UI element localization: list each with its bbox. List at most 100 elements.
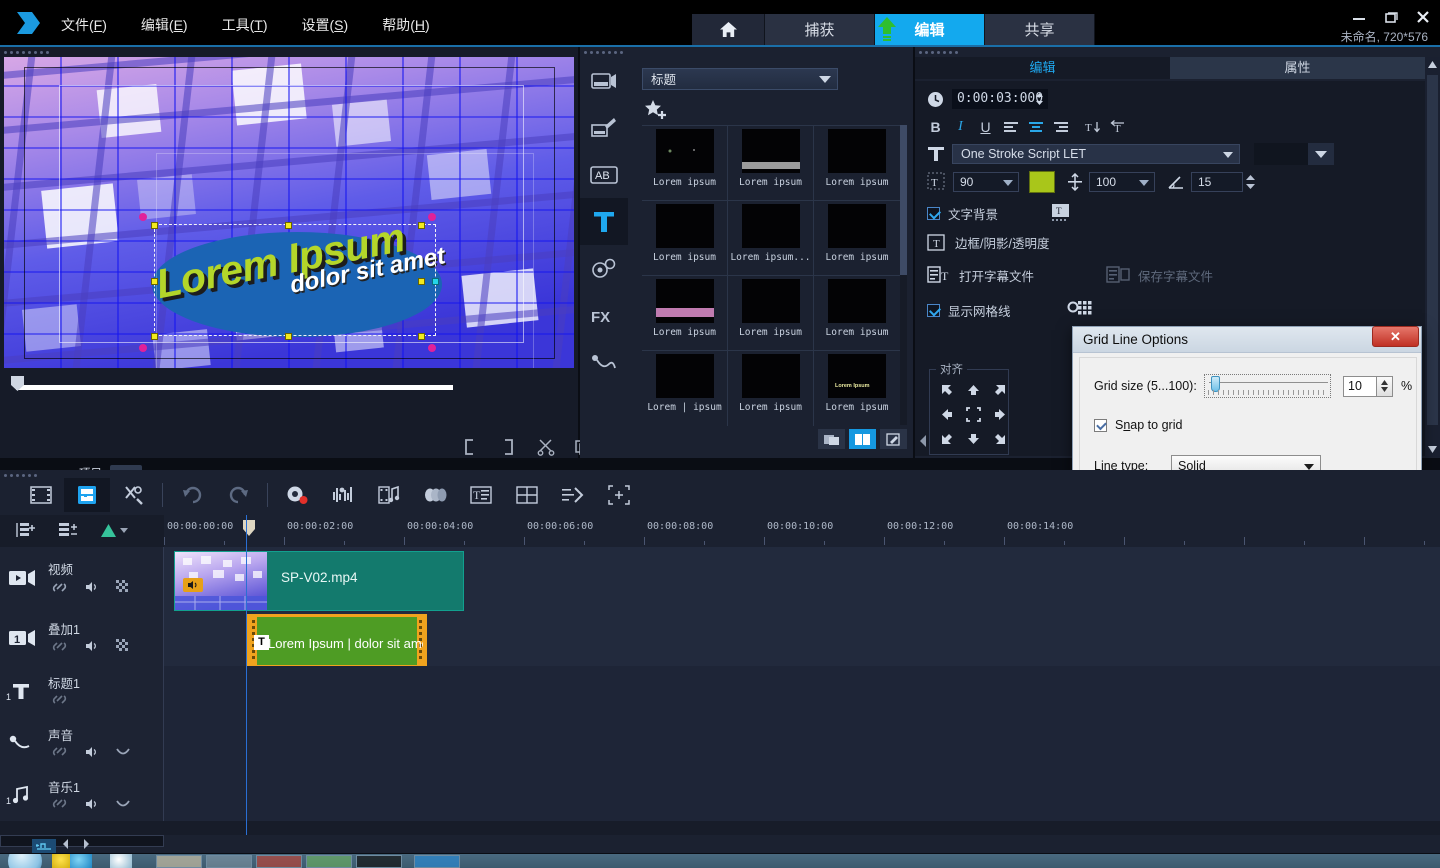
- library-list-view-button[interactable]: [818, 429, 845, 449]
- dialog-close-button[interactable]: ✕: [1372, 326, 1419, 347]
- restore-button[interactable]: [1382, 8, 1400, 26]
- resize-handle-bl[interactable]: [151, 333, 158, 340]
- volume-icon[interactable]: [85, 581, 98, 593]
- library-item[interactable]: Lorem ipsum: [728, 351, 814, 426]
- track-header-overlay[interactable]: 1 叠加1: [0, 611, 164, 666]
- toolbar-redo-button[interactable]: [215, 478, 261, 512]
- link-icon[interactable]: [52, 693, 67, 706]
- align-top-right-button[interactable]: [986, 378, 1012, 402]
- font-preset-swatch[interactable]: [1254, 143, 1308, 165]
- track-body-voice[interactable]: [164, 717, 1440, 769]
- dialog-titlebar[interactable]: Grid Line Options ✕: [1073, 326, 1421, 353]
- mark-out-icon[interactable]: [498, 437, 518, 457]
- chevron-down-icon[interactable]: [1139, 180, 1149, 186]
- link-icon[interactable]: [52, 640, 67, 653]
- scrubber-playhead-icon[interactable]: [10, 375, 25, 392]
- preview-scrubber[interactable]: [8, 375, 453, 395]
- rail-effect-button[interactable]: [580, 245, 628, 292]
- tab-capture[interactable]: 捕获: [765, 14, 875, 47]
- resize-handle-bc[interactable]: [285, 333, 292, 340]
- mute-checker-icon[interactable]: [116, 639, 130, 653]
- scroll-down-button[interactable]: [1425, 442, 1440, 457]
- toolbar-storyboard-view-button[interactable]: [18, 478, 64, 512]
- toolbar-mix-tools-button[interactable]: [110, 478, 156, 512]
- text-background-checkbox[interactable]: [927, 206, 940, 220]
- preview-canvas[interactable]: Lorem Ipsum dolor sit amet: [4, 57, 574, 368]
- library-scrollbar[interactable]: [900, 125, 907, 425]
- timeline-clip-video[interactable]: SP-V02.mp4: [174, 551, 464, 611]
- border-shadow-label[interactable]: 边框/阴影/透明度: [955, 233, 1049, 252]
- rail-title-button[interactable]: [580, 198, 628, 245]
- scroll-left-button[interactable]: [62, 838, 70, 850]
- menu-edit[interactable]: 编辑(E): [135, 13, 194, 37]
- text-direction-horizontal-button[interactable]: T: [1108, 117, 1129, 137]
- link-icon[interactable]: [52, 581, 67, 594]
- toolbar-record-capture-button[interactable]: [274, 478, 320, 512]
- timeline-clip-title[interactable]: T Lorem Ipsum | dolor sit amet: [247, 614, 427, 671]
- track-add-icon[interactable]: [58, 521, 78, 539]
- library-category-dropdown[interactable]: 标题: [642, 68, 838, 90]
- chevron-down-icon[interactable]: [1003, 180, 1013, 186]
- audio-fade-icon[interactable]: [116, 747, 130, 757]
- tab-edit-options[interactable]: 编辑: [915, 57, 1170, 79]
- link-icon[interactable]: [52, 797, 67, 810]
- tab-share[interactable]: 共享: [985, 14, 1095, 47]
- track-manager-icon[interactable]: [16, 521, 36, 539]
- toolbar-speed-effect-button[interactable]: [550, 478, 596, 512]
- menu-settings[interactable]: 设置(S): [296, 13, 355, 37]
- font-family-dropdown[interactable]: One Stroke Script LET: [952, 144, 1240, 164]
- add-to-favorites-icon[interactable]: [644, 99, 670, 121]
- align-bottom-right-button[interactable]: [986, 426, 1012, 450]
- audio-fade-icon[interactable]: [116, 799, 130, 809]
- rotate-handle-tr[interactable]: [428, 213, 436, 221]
- resize-handle-ml[interactable]: [151, 278, 158, 285]
- align-top-left-button[interactable]: [934, 378, 960, 402]
- taskbar-window-button[interactable]: [156, 855, 202, 868]
- volume-icon[interactable]: [85, 798, 98, 810]
- align-center-button[interactable]: [960, 402, 986, 426]
- menu-file[interactable]: 文件(F): [55, 13, 113, 37]
- options-scrollbar[interactable]: [1425, 57, 1440, 457]
- start-button[interactable]: [8, 854, 42, 868]
- library-drag-handle[interactable]: [584, 49, 650, 57]
- toolbar-auto-music-button[interactable]: [366, 478, 412, 512]
- menu-help[interactable]: 帮助(H): [376, 13, 435, 37]
- toolbar-audio-mixer-button[interactable]: [320, 478, 366, 512]
- rotate-handle-tl[interactable]: [139, 213, 147, 221]
- rail-media-button[interactable]: [580, 57, 628, 104]
- duration-spinner-icon[interactable]: [1035, 92, 1044, 106]
- resize-handle-tc[interactable]: [285, 222, 292, 229]
- library-edit-button[interactable]: [880, 429, 907, 449]
- options-drag-handle[interactable]: [919, 49, 985, 57]
- toolbar-multi-trim-button[interactable]: [504, 478, 550, 512]
- underline-button[interactable]: U: [975, 117, 996, 137]
- toolbar-motion-tracking-button[interactable]: [412, 478, 458, 512]
- align-bottom-left-button[interactable]: [934, 426, 960, 450]
- grid-size-input[interactable]: 10: [1343, 375, 1377, 397]
- library-item[interactable]: Lorem ipsum: [642, 276, 728, 351]
- preview-drag-handle[interactable]: [4, 49, 74, 57]
- timeline-playhead[interactable]: [246, 515, 247, 835]
- library-item[interactable]: Lorem Ipsum Lorem ipsum: [814, 351, 900, 426]
- grid-options-icon[interactable]: [1067, 299, 1093, 321]
- taskbar-icon[interactable]: [70, 854, 92, 868]
- rail-transition-button[interactable]: [580, 104, 628, 151]
- options-scrollbar-thumb[interactable]: [1427, 75, 1438, 425]
- upload-icon[interactable]: [876, 16, 898, 42]
- toolbar-timeline-view-button[interactable]: [64, 478, 110, 512]
- library-grid-view-button[interactable]: [849, 429, 876, 449]
- rotate-handle-br[interactable]: [428, 344, 436, 352]
- taskbar-window-button[interactable]: [306, 855, 352, 868]
- resize-handle-mr[interactable]: [418, 278, 425, 285]
- snap-to-grid-checkbox[interactable]: [1094, 418, 1107, 432]
- library-item[interactable]: Lorem | ipsum: [642, 351, 728, 426]
- taskbar-window-button[interactable]: [206, 855, 252, 868]
- rotation-spinner-icon[interactable]: [1245, 174, 1256, 190]
- scroll-right-button[interactable]: [82, 838, 90, 850]
- open-subtitle-label[interactable]: 打开字幕文件: [959, 266, 1034, 285]
- options-collapse-button[interactable]: [917, 434, 929, 448]
- border-shadow-icon[interactable]: T: [927, 233, 947, 252]
- library-item[interactable]: Lorem ipsum: [642, 126, 728, 201]
- track-header-title[interactable]: 1 标题1: [0, 666, 164, 717]
- align-right-button[interactable]: [1050, 117, 1071, 137]
